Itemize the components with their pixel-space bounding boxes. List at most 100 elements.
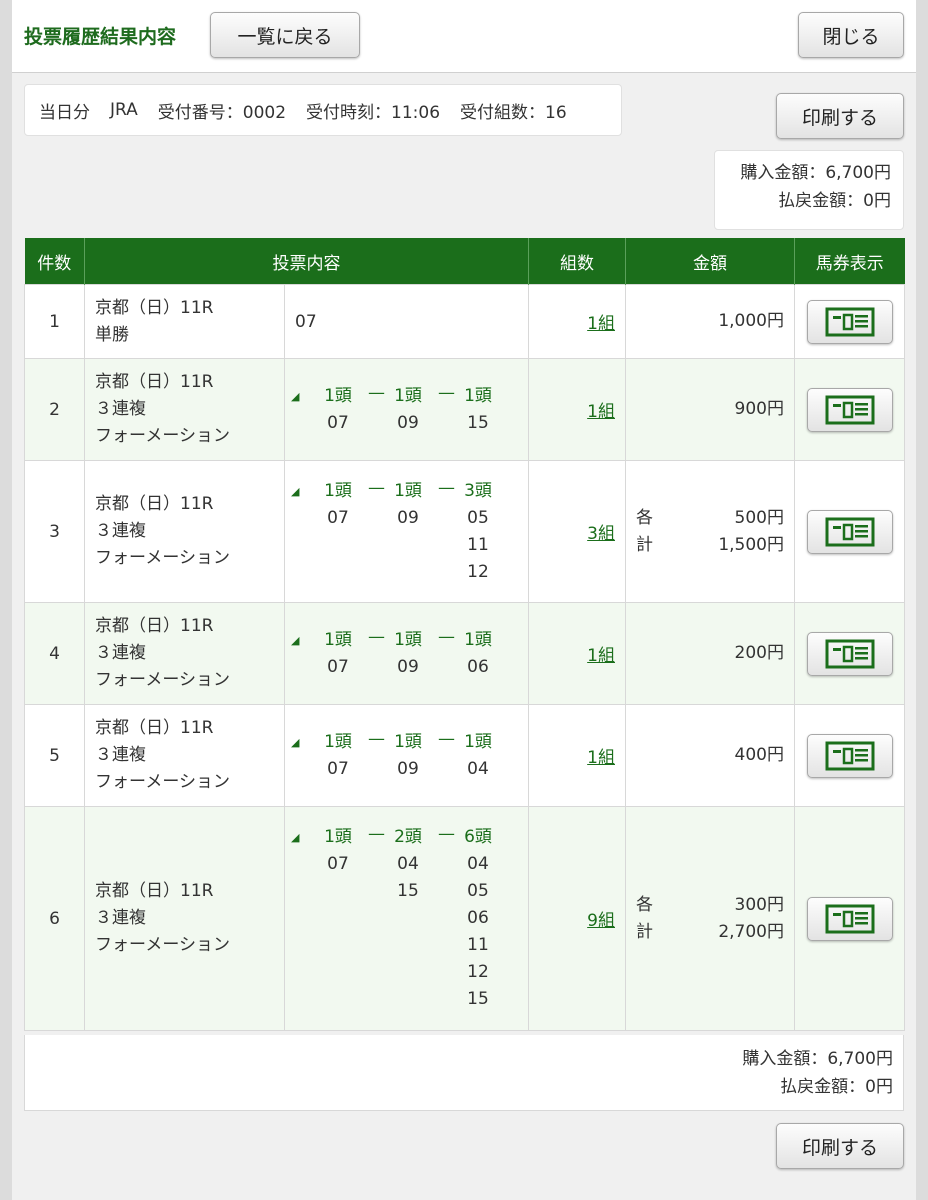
ticket-view-button[interactable] [806, 631, 893, 676]
amount-label: 各 [636, 507, 653, 528]
separator-dash: — [368, 382, 385, 403]
race-line: ３連複 [95, 908, 146, 928]
race-line: ３連複 [95, 643, 146, 663]
amount-value: 1,000円 [718, 311, 784, 331]
head-count: 1頭 [324, 827, 352, 847]
horse-number: 09 [397, 758, 419, 779]
race-line: フォーメーション [95, 426, 230, 446]
horse-number: 05 [467, 881, 489, 901]
amount-value: 2,700円 [718, 921, 784, 942]
ticket-cell [794, 602, 905, 705]
race-line: 京都（日）11R [95, 881, 214, 901]
ticket-cell [794, 806, 905, 1031]
horse-number: 12 [467, 962, 489, 982]
ticket-cell [794, 358, 905, 461]
amount-summary-top: 購入金額：6,700円 払戻金額：0円 [714, 150, 904, 230]
race-info: 京都（日）11R ３連複 フォーメーション [84, 460, 285, 603]
race-line: ３連複 [95, 399, 146, 419]
horse-number: 04 [467, 758, 489, 779]
row-number: 2 [24, 358, 85, 461]
table-row: 1 京都（日）11R 単勝 07 1組 1,000円 [24, 284, 905, 359]
horse-number: 09 [397, 507, 419, 528]
page-frame: 投票履歴結果内容 一覧に戻る 閉じる 当日分 JRA 受付番号：0002 受付時… [12, 0, 916, 1200]
ticket-view-button[interactable] [806, 896, 893, 941]
horse-number: 06 [467, 656, 489, 677]
separator-dash: — [438, 382, 455, 403]
amount-cell: 各 300円計 2,700円 [625, 806, 795, 1031]
table-row: 4 京都（日）11R ３連複 フォーメーション ◢ 1頭 1頭 1頭 — —07 09 06 1組 200… [24, 602, 905, 705]
row-number: 3 [24, 460, 85, 603]
info-org: JRA [110, 100, 138, 120]
separator-dash: — [368, 477, 385, 498]
bet-detail: 07 [284, 284, 529, 359]
formation-numbers: 07 09 04 [303, 756, 528, 783]
refund-amount-bottom: 払戻金額：0円 [780, 1077, 893, 1097]
race-line: 京都（日）11R [95, 494, 214, 514]
head-count: 1頭 [324, 731, 352, 752]
back-to-list-button[interactable]: 一覧に戻る [210, 12, 360, 58]
info-day: 当日分 [39, 102, 90, 123]
ticket-view-button[interactable] [806, 387, 893, 432]
head-count: 1頭 [324, 480, 352, 501]
head-count: 1頭 [324, 385, 352, 406]
horse-number: 09 [397, 412, 419, 433]
horse-number: 15 [397, 881, 419, 901]
kumi-link[interactable]: 9組 [587, 911, 615, 931]
bet-detail: ◢ 1頭 2頭 6頭 — —07 04 04 15 05 06 11 12 15 [284, 806, 529, 1031]
race-line: ３連複 [95, 745, 146, 765]
horse-number: 12 [467, 561, 489, 582]
race-info: 京都（日）11R ３連複 フォーメーション [84, 806, 285, 1031]
ticket-view-icon [825, 395, 875, 425]
bet-detail: ◢ 1頭 1頭 3頭 — —07 09 05 11 12 [284, 460, 529, 603]
formation-heads: 1頭 1頭 1頭 [303, 383, 513, 410]
bet-table: 件数 投票内容 組数 金額 馬券表示 1 京都（日）11R 単勝 07 1組 1,000円… [24, 238, 905, 1031]
ticket-view-icon [825, 517, 875, 547]
horse-number: 15 [467, 989, 489, 1009]
amount-line: 900円 [636, 396, 784, 423]
ticket-view-button[interactable] [806, 509, 893, 554]
amount-summary-bottom: 購入金額：6,700円 払戻金額：0円 [24, 1035, 904, 1111]
formation-numbers: 07 09 15 [303, 410, 528, 437]
horse-number: 06 [467, 908, 489, 928]
horse-number: 05 [467, 507, 489, 528]
kumi-cell: 1組 [528, 284, 626, 359]
kumi-cell: 1組 [528, 358, 626, 461]
refund-amount: 払戻金額：0円 [778, 191, 891, 211]
amount-cell: 1,000円 [625, 284, 795, 359]
ticket-view-button[interactable] [806, 733, 893, 778]
close-button[interactable]: 閉じる [798, 12, 904, 58]
ticket-view-icon [825, 639, 875, 669]
kumi-link[interactable]: 1組 [587, 402, 615, 422]
amount-line: 1,000円 [636, 308, 784, 335]
kumi-link[interactable]: 1組 [587, 646, 615, 666]
amount-line: 計 1,500円 [636, 532, 784, 559]
ticket-view-icon [825, 307, 875, 337]
purchase-amount: 購入金額：6,700円 [740, 163, 891, 183]
formation-heads: 1頭 1頭 1頭 [303, 729, 513, 756]
race-line: 京都（日）11R [95, 616, 214, 636]
amount-cell: 900円 [625, 358, 795, 461]
amount-label: 各 [636, 894, 653, 915]
formation-heads: 1頭 1頭 3頭 [303, 478, 513, 505]
kumi-link[interactable]: 3組 [587, 524, 615, 544]
print-button-bottom[interactable]: 印刷する [776, 1123, 904, 1169]
ticket-view-button[interactable] [806, 299, 893, 344]
table-row: 6 京都（日）11R ３連複 フォーメーション ◢ 1頭 2頭 6頭 — —07 04 04 15 05 0… [24, 806, 905, 1031]
table-row: 5 京都（日）11R ３連複 フォーメーション ◢ 1頭 1頭 1頭 — —07 09 04 1組 400… [24, 704, 905, 807]
horse-number: 04 [467, 854, 489, 874]
row-number: 5 [24, 704, 85, 807]
horse-number: 11 [467, 935, 489, 955]
amount-line: 各 300円 [636, 892, 784, 919]
kumi-cell: 1組 [528, 602, 626, 705]
horse-number: 11 [467, 534, 489, 555]
amount-cell: 各 500円計 1,500円 [625, 460, 795, 603]
amount-value: 400円 [734, 745, 784, 765]
ticket-cell [794, 704, 905, 807]
kumi-link[interactable]: 1組 [587, 314, 615, 334]
print-button-top[interactable]: 印刷する [776, 93, 904, 139]
kumi-cell: 1組 [528, 704, 626, 807]
bet-detail: ◢ 1頭 1頭 1頭 — —07 09 15 [284, 358, 529, 461]
amount-value: 500円 [734, 507, 784, 528]
horse-number: 07 [327, 507, 349, 528]
kumi-link[interactable]: 1組 [587, 748, 615, 768]
